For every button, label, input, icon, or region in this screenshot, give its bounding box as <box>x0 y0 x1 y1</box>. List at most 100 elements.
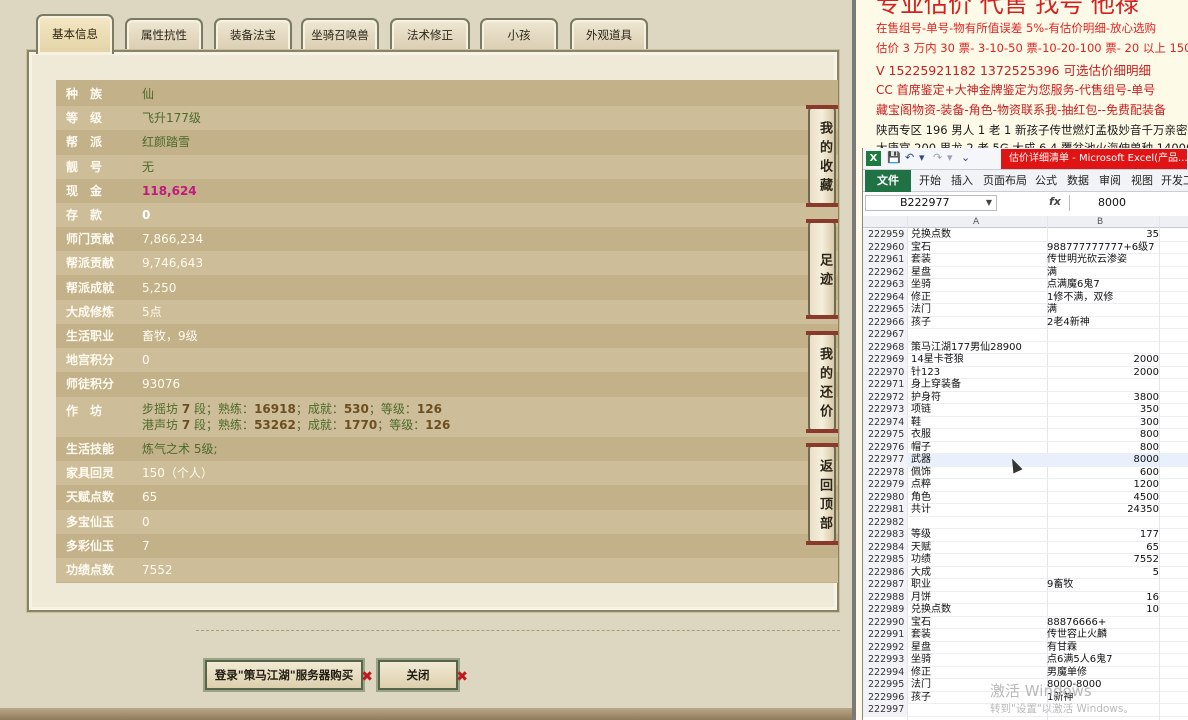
tab-attributes[interactable]: 属性抗性 <box>125 18 203 52</box>
cell-a[interactable]: 套装 <box>911 629 1047 642</box>
cell-b[interactable]: 2老4新神 <box>1047 317 1159 330</box>
my-counter-offer-button[interactable]: 我的还价 <box>806 331 838 433</box>
cell-a[interactable]: 修正 <box>911 292 1047 305</box>
row-number[interactable]: 222979 <box>863 479 907 492</box>
login-buy-button[interactable]: 登录"策马江湖"服务器购买 ✖ <box>205 660 373 690</box>
formula-input[interactable]: 8000 <box>1069 195 1188 211</box>
cell-b[interactable]: 男魔单修 <box>1047 667 1159 680</box>
cell-c[interactable] <box>1159 366 1188 379</box>
tab-children[interactable]: 小孩 <box>480 18 558 52</box>
tab-review[interactable]: 审阅 <box>1099 170 1121 192</box>
cell-a[interactable]: 修正 <box>911 667 1047 680</box>
row-number[interactable]: 222975 <box>863 429 907 442</box>
undo-icon[interactable]: ↶ <box>905 151 914 164</box>
row-number[interactable]: 222982 <box>863 516 907 529</box>
cell-c[interactable] <box>1159 466 1188 479</box>
cell-b[interactable]: 3800 <box>1047 392 1159 405</box>
cell-c[interactable] <box>1159 391 1188 404</box>
tab-appearance[interactable]: 外观道具 <box>570 18 648 52</box>
row-number[interactable]: 222966 <box>863 316 907 329</box>
cell-a[interactable]: 宝石 <box>911 617 1047 630</box>
tab-view[interactable]: 视图 <box>1131 170 1153 192</box>
cell-c[interactable] <box>1159 429 1188 442</box>
cell-c[interactable] <box>1159 704 1188 717</box>
cell-a[interactable]: 衣服 <box>911 429 1047 442</box>
column-header-b[interactable]: B <box>1097 216 1103 228</box>
cell-b[interactable]: 点满魔6鬼7 <box>1047 279 1159 292</box>
row-number[interactable]: 222988 <box>863 591 907 604</box>
cell-a[interactable]: 星盘 <box>911 642 1047 655</box>
row-number[interactable]: 222963 <box>863 279 907 292</box>
cell-b[interactable]: 传世容止火麟 <box>1047 629 1159 642</box>
tab-page-layout[interactable]: 页面布局 <box>983 170 1027 192</box>
cell-c[interactable] <box>1159 279 1188 292</box>
fx-icon[interactable]: fx <box>1049 195 1061 208</box>
row-number[interactable]: 222985 <box>863 554 907 567</box>
cell-b[interactable]: 1200 <box>1047 479 1159 492</box>
row-number[interactable]: 222991 <box>863 629 907 642</box>
cell-a[interactable]: 坐骑 <box>911 279 1047 292</box>
tab-mounts[interactable]: 坐骑召唤兽 <box>301 18 379 52</box>
row-number[interactable]: 222962 <box>863 266 907 279</box>
cell-a[interactable]: 策马江湖177男仙28900 <box>911 342 1047 355</box>
row-number[interactable]: 222980 <box>863 491 907 504</box>
cell-b[interactable]: 177 <box>1047 529 1159 542</box>
cell-a[interactable]: 武器 <box>911 454 1047 467</box>
row-number[interactable]: 222987 <box>863 579 907 592</box>
row-number[interactable]: 222971 <box>863 379 907 392</box>
row-number[interactable]: 222996 <box>863 691 907 704</box>
cell-c[interactable] <box>1159 254 1188 267</box>
chevron-down-icon[interactable]: ▼ <box>986 196 992 210</box>
cell-c[interactable] <box>1159 479 1188 492</box>
cell-a[interactable]: 大成 <box>911 567 1047 580</box>
cell-b[interactable]: 传世明光砍云渗姿 <box>1047 254 1159 267</box>
cell-a[interactable]: 天赋 <box>911 542 1047 555</box>
row-number[interactable]: 222992 <box>863 641 907 654</box>
cell-b[interactable]: 800 <box>1047 429 1159 442</box>
name-box[interactable]: B222977 ▼ <box>865 195 997 211</box>
cell-c[interactable] <box>1159 641 1188 654</box>
redo-icon[interactable]: ↷ <box>933 151 942 164</box>
row-number[interactable]: 222993 <box>863 654 907 667</box>
row-number[interactable]: 222997 <box>863 704 907 717</box>
cell-a[interactable]: 项链 <box>911 404 1047 417</box>
cell-c[interactable] <box>1159 516 1188 529</box>
row-number[interactable]: 222964 <box>863 291 907 304</box>
cell-a[interactable]: 宝石 <box>911 242 1047 255</box>
row-number[interactable]: 222981 <box>863 504 907 517</box>
cell-b[interactable]: 1修不满，双修 <box>1047 292 1159 305</box>
close-button[interactable]: 关闭 ✖ <box>378 660 468 690</box>
cell-a[interactable]: 职业 <box>911 579 1047 592</box>
row-number[interactable]: 222974 <box>863 416 907 429</box>
back-to-top-button[interactable]: 返回顶部 <box>806 443 838 545</box>
tab-spells[interactable]: 法术修正 <box>390 18 470 52</box>
row-number[interactable]: 222959 <box>863 229 907 242</box>
tab-data[interactable]: 数据 <box>1067 170 1089 192</box>
cell-a[interactable]: 套装 <box>911 254 1047 267</box>
cell-c[interactable] <box>1159 404 1188 417</box>
redo-dropdown-icon[interactable]: ▾ <box>947 151 953 164</box>
row-number[interactable]: 222984 <box>863 541 907 554</box>
cell-a[interactable]: 功绩 <box>911 554 1047 567</box>
cell-c[interactable] <box>1159 691 1188 704</box>
row-number[interactable]: 222960 <box>863 241 907 254</box>
cell-b[interactable]: 2000 <box>1047 367 1159 380</box>
cell-c[interactable] <box>1159 504 1188 517</box>
cell-b[interactable]: 满 <box>1047 267 1159 280</box>
column-header-a[interactable]: A <box>973 216 979 228</box>
cell-a[interactable]: 角色 <box>911 492 1047 505</box>
row-number[interactable]: 222989 <box>863 604 907 617</box>
tab-developer[interactable]: 开发工 <box>1161 170 1188 192</box>
row-number[interactable]: 222978 <box>863 466 907 479</box>
cell-a[interactable]: 共计 <box>911 504 1047 517</box>
tab-formulas[interactable]: 公式 <box>1035 170 1057 192</box>
cell-b[interactable]: 35 <box>1047 229 1159 242</box>
cell-b[interactable]: 8000 <box>1047 454 1159 467</box>
cell-c[interactable] <box>1159 666 1188 679</box>
row-number[interactable]: 222990 <box>863 616 907 629</box>
cell-c[interactable] <box>1159 266 1188 279</box>
tab-insert[interactable]: 插入 <box>951 170 973 192</box>
row-number[interactable]: 222977 <box>863 454 907 467</box>
cell-a[interactable]: 帽子 <box>911 442 1047 455</box>
cell-b[interactable]: 4500 <box>1047 492 1159 505</box>
